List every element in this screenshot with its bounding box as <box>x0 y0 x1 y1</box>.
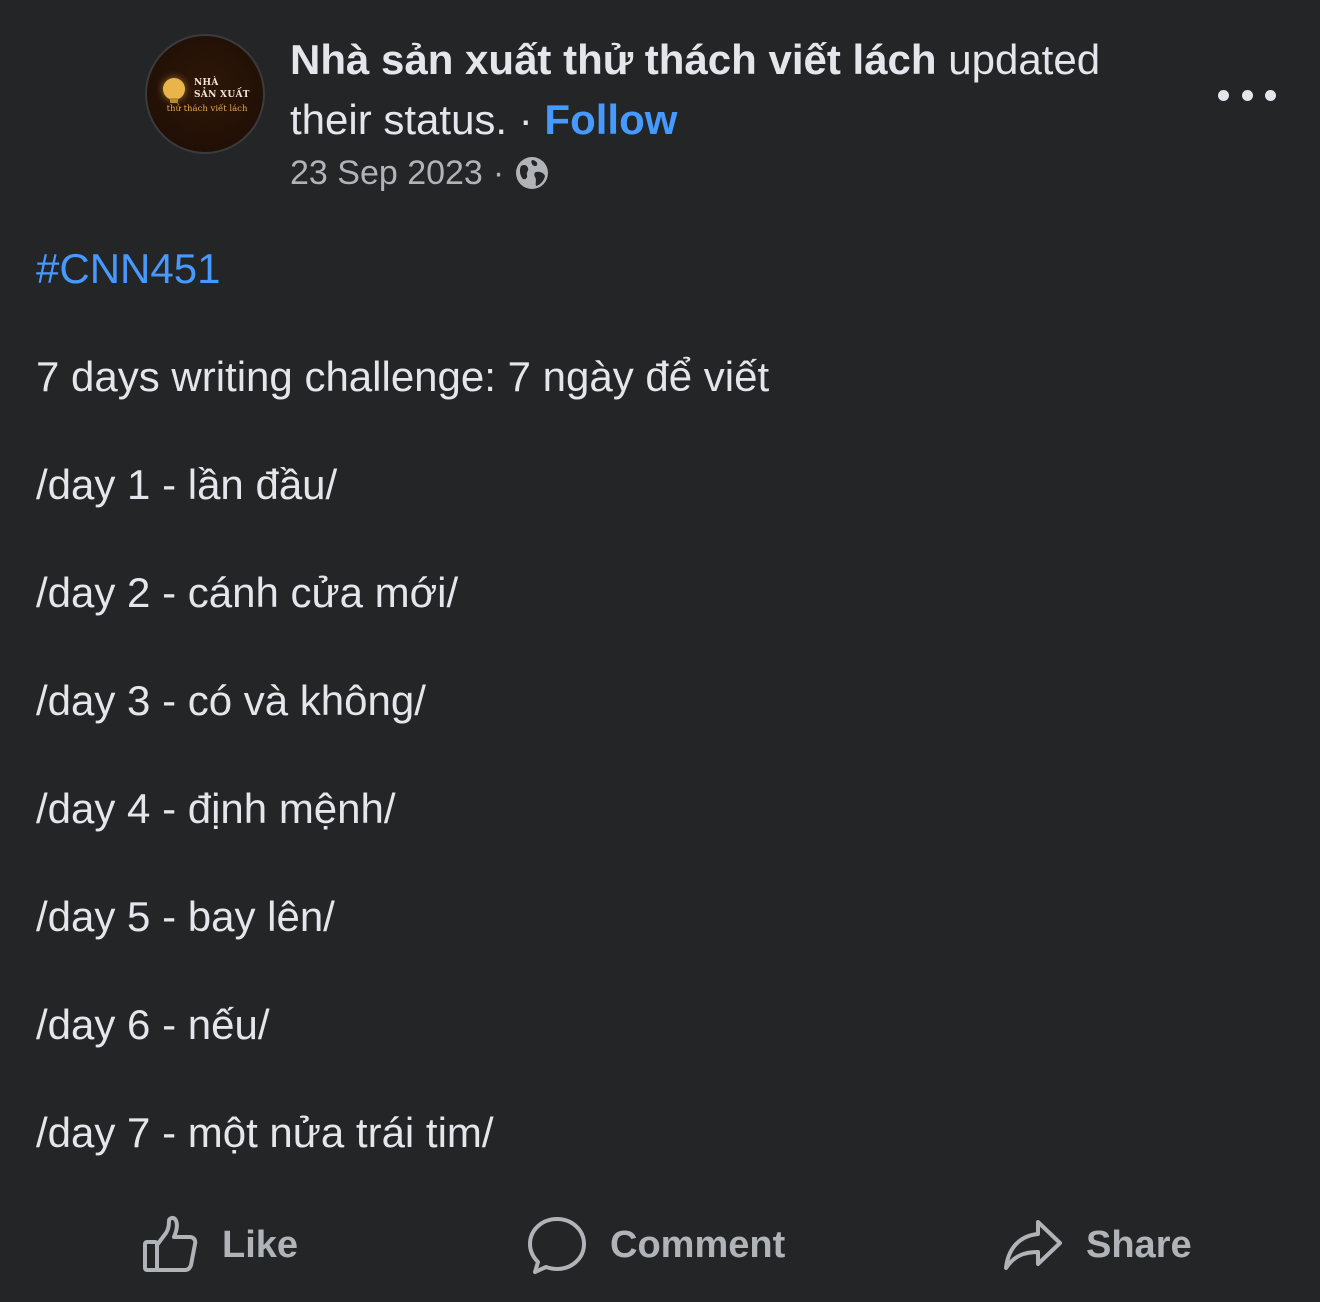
thumbs-up-icon <box>143 1215 198 1272</box>
action-bar: Like Comment Share <box>0 1200 1320 1290</box>
like-label: Like <box>222 1223 299 1266</box>
post-line: /day 7 - một nửa trái tim/ <box>36 1109 494 1156</box>
globe-icon[interactable] <box>514 155 550 191</box>
more-options-icon <box>1218 89 1229 101</box>
post-line: /day 1 - lần đầu/ <box>36 461 338 508</box>
follow-button[interactable]: Follow <box>544 96 677 143</box>
author-name[interactable]: Nhà sản xuất thử thách viết lách <box>290 36 937 83</box>
like-button[interactable]: Like <box>140 1212 298 1278</box>
lightbulb-icon <box>163 78 185 103</box>
comment-bubble-icon <box>528 1217 586 1274</box>
share-label: Share <box>1086 1223 1192 1266</box>
more-options-button[interactable] <box>1212 78 1282 112</box>
hashtag-link[interactable]: #CNN451 <box>36 240 220 298</box>
post-line: /day 5 - bay lên/ <box>36 893 335 940</box>
share-button[interactable]: Share <box>1002 1212 1192 1278</box>
status-post: NHÀ SẢN XUẤT thử thách viết lách Nhà sản… <box>0 0 1320 1302</box>
more-options-icon-dot <box>1241 89 1253 101</box>
post-date[interactable]: 23 Sep 2023 <box>290 154 483 193</box>
post-header: Nhà sản xuất thử thách viết lách updated… <box>290 30 1190 150</box>
avatar-logo-line2: SẢN XUẤT <box>194 90 250 100</box>
post-meta: 23 Sep 2023 · <box>290 152 550 194</box>
post-line: /day 2 - cánh cửa mới/ <box>36 569 459 616</box>
meta-separator: · <box>492 153 505 192</box>
comment-button[interactable]: Comment <box>526 1212 785 1278</box>
post-line: 7 days writing challenge: 7 ngày để viết <box>36 353 770 400</box>
comment-label: Comment <box>610 1223 786 1266</box>
avatar-logo-line3: thử thách viết lách <box>166 104 248 114</box>
post-line: /day 3 - có và không/ <box>36 677 426 724</box>
avatar-logo-line1: NHÀ <box>194 78 219 88</box>
page-avatar[interactable]: NHÀ SẢN XUẤT thử thách viết lách <box>145 34 265 154</box>
post-line: /day 4 - định mệnh/ <box>36 785 396 832</box>
share-arrow-icon <box>1004 1220 1062 1270</box>
more-options-icon-dot <box>1265 89 1276 101</box>
post-body: #CNN451 7 days writing challenge: 7 ngày… <box>36 240 1286 1162</box>
post-line: /day 6 - nếu/ <box>36 1001 270 1048</box>
